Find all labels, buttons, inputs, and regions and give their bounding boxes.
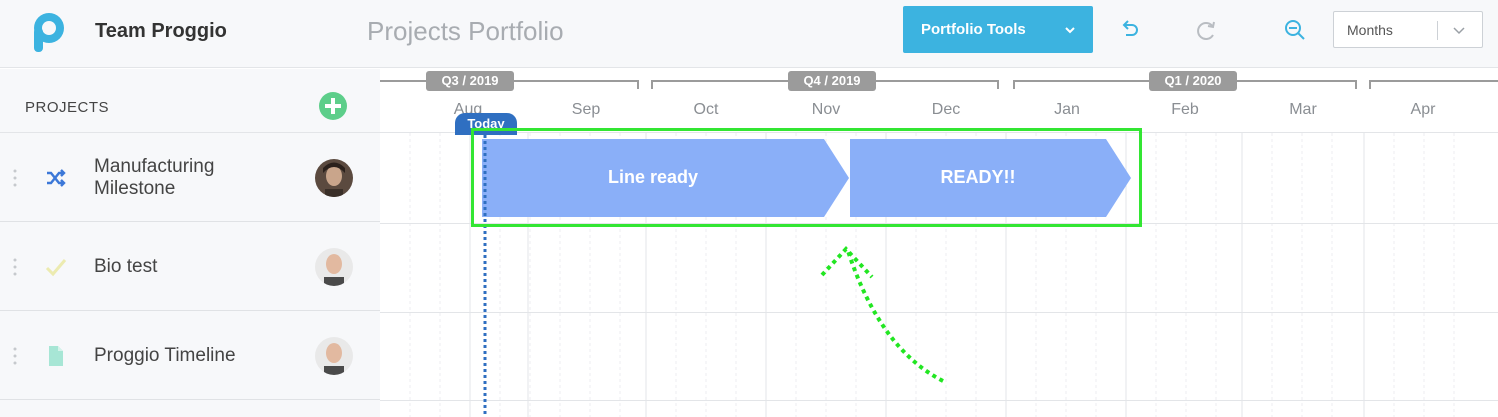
zoom-level-value: Months (1347, 22, 1393, 38)
top-bar: Team Proggio Projects Portfolio Portfoli… (0, 0, 1498, 68)
undo-icon[interactable] (1117, 18, 1141, 42)
zoom-level-select[interactable]: Months (1333, 11, 1483, 48)
drag-handle-icon[interactable] (12, 257, 18, 277)
project-name-line2: Milestone (94, 178, 176, 199)
portfolio-tools-label: Portfolio Tools (921, 21, 1026, 38)
annotation-arrow (820, 246, 944, 383)
add-project-button[interactable] (318, 91, 348, 121)
annotation-highlight-box (471, 128, 1142, 227)
zoom-out-icon[interactable] (1283, 18, 1307, 42)
project-name[interactable]: Bio test (94, 256, 157, 278)
page-title: Projects Portfolio (367, 16, 564, 46)
select-divider (1437, 21, 1438, 40)
project-name[interactable]: Proggio Timeline (94, 345, 236, 367)
chevron-down-icon (1453, 27, 1465, 35)
project-name[interactable]: Manufacturing Milestone (94, 156, 214, 200)
project-row[interactable]: Proggio Timeline (0, 312, 380, 400)
proggio-logo[interactable] (28, 10, 66, 54)
check-icon (45, 259, 67, 277)
projects-header: PROJECTS (0, 69, 380, 133)
project-row[interactable]: Bio test (0, 223, 380, 311)
team-name[interactable]: Team Proggio (95, 20, 227, 43)
document-icon (49, 346, 63, 366)
project-row[interactable]: Manufacturing Milestone (0, 134, 380, 222)
projects-header-label: PROJECTS (25, 99, 110, 116)
avatar[interactable] (315, 248, 353, 286)
projects-panel: PROJECTS Manufacturing Milestone Bio tes… (0, 69, 380, 417)
portfolio-tools-button[interactable]: Portfolio Tools (903, 6, 1093, 53)
project-name-line1: Manufacturing (94, 156, 215, 177)
avatar[interactable] (315, 159, 353, 197)
chevron-down-icon (1065, 27, 1075, 34)
avatar[interactable] (315, 337, 353, 375)
timeline-grid[interactable]: Q3 / 2019 Q4 / 2019 Q1 / 2020 Aug Sep Oc… (380, 69, 1498, 417)
shuffle-icon (47, 169, 66, 187)
drag-handle-icon[interactable] (12, 346, 18, 366)
drag-handle-icon[interactable] (12, 168, 18, 188)
redo-icon[interactable] (1194, 18, 1218, 42)
